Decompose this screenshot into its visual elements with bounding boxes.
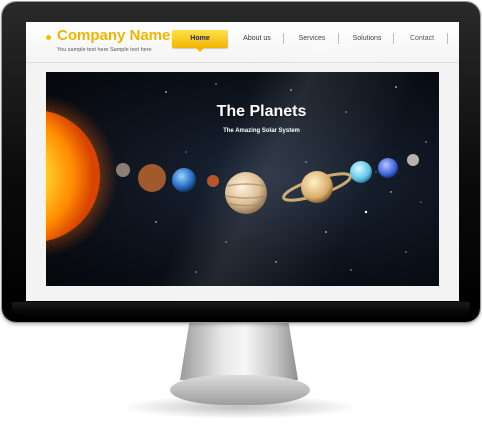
brand-logo[interactable]: Company Name	[57, 27, 170, 44]
site-header: Company Name You sample text here Sample…	[26, 22, 459, 63]
logo-dot-icon	[46, 35, 51, 40]
tagline: You sample text here Sample text here	[57, 47, 152, 53]
nav-separator	[338, 33, 339, 44]
monitor-chin	[12, 302, 470, 316]
monitor-stand-neck	[180, 322, 298, 380]
hero-subtitle: The Amazing Solar System	[223, 128, 300, 134]
nav-contact[interactable]: Contact	[402, 30, 442, 48]
website-screen: Company Name You sample text here Sample…	[26, 22, 459, 301]
planet-uranus	[350, 161, 372, 183]
nav-services[interactable]: Services	[292, 30, 332, 48]
nav-home[interactable]: Home	[172, 30, 228, 52]
planet-pluto	[407, 154, 419, 166]
hero-title: The Planets	[216, 103, 307, 120]
nav-solutions[interactable]: Solutions	[347, 30, 387, 48]
planet-saturn	[301, 171, 333, 203]
hero-banner: The Planets The Amazing Solar System	[46, 72, 439, 286]
planet-venus	[138, 164, 166, 192]
planet-neptune	[378, 158, 398, 178]
monitor: Company Name You sample text here Sample…	[2, 2, 480, 322]
planet-jupiter	[225, 172, 267, 214]
monitor-stand-base	[170, 375, 310, 405]
planet-earth	[172, 168, 196, 192]
nav-separator	[283, 33, 284, 44]
nav-separator	[447, 33, 448, 44]
planet-mercury	[116, 163, 130, 177]
nav-separator	[393, 33, 394, 44]
nav-about-us[interactable]: About us	[237, 30, 277, 48]
planet-mars	[207, 175, 219, 187]
